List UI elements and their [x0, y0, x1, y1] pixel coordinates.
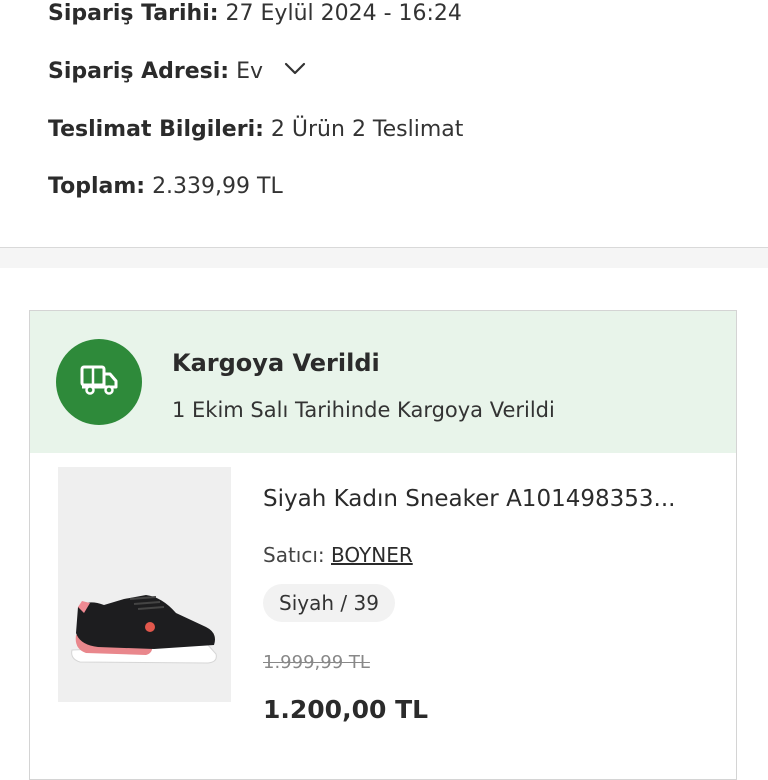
status-icon-circle	[56, 339, 142, 425]
product-image[interactable]	[58, 467, 231, 702]
order-total-value: 2.339,99 TL	[152, 174, 283, 199]
current-price: 1.200,00 TL	[263, 695, 429, 724]
seller-link[interactable]: BOYNER	[331, 543, 413, 567]
order-address-row[interactable]: Sipariş Adresi: Ev	[48, 58, 306, 86]
order-total-label: Toplam:	[48, 174, 146, 199]
product-name[interactable]: Siyah Kadın Sneaker A101498353...	[263, 486, 675, 512]
delivery-info-row: Teslimat Bilgileri: 2 Ürün 2 Teslimat	[48, 116, 463, 144]
shipment-status-title: Kargoya Verildi	[172, 349, 380, 377]
shipment-status-banner: Kargoya Verildi 1 Ekim Salı Tarihinde Ka…	[30, 311, 736, 453]
delivery-info-value: 2 Ürün 2 Teslimat	[270, 117, 464, 142]
order-total-row: Toplam: 2.339,99 TL	[48, 173, 283, 201]
order-date-label: Sipariş Tarihi:	[48, 1, 219, 26]
order-date-value: 27 Eylül 2024 - 16:24	[225, 1, 462, 26]
chevron-down-icon[interactable]	[284, 56, 306, 84]
order-date-row: Sipariş Tarihi: 27 Eylül 2024 - 16:24	[48, 0, 462, 28]
section-gap	[0, 248, 768, 268]
order-address-value: Ev	[236, 59, 264, 84]
truck-icon	[79, 363, 119, 401]
variant-badge: Siyah / 39	[263, 584, 395, 622]
old-price: 1.999,99 TL	[263, 652, 370, 673]
seller-row: Satıcı: BOYNER	[263, 543, 413, 567]
sneaker-illustration	[71, 595, 217, 664]
seller-label: Satıcı:	[263, 543, 325, 567]
shipment-status-subtitle: 1 Ekim Salı Tarihinde Kargoya Verildi	[172, 398, 555, 422]
shipment-card: Kargoya Verildi 1 Ekim Salı Tarihinde Ka…	[29, 310, 737, 780]
delivery-info-label: Teslimat Bilgileri:	[48, 117, 264, 142]
order-address-label: Sipariş Adresi:	[48, 59, 230, 84]
